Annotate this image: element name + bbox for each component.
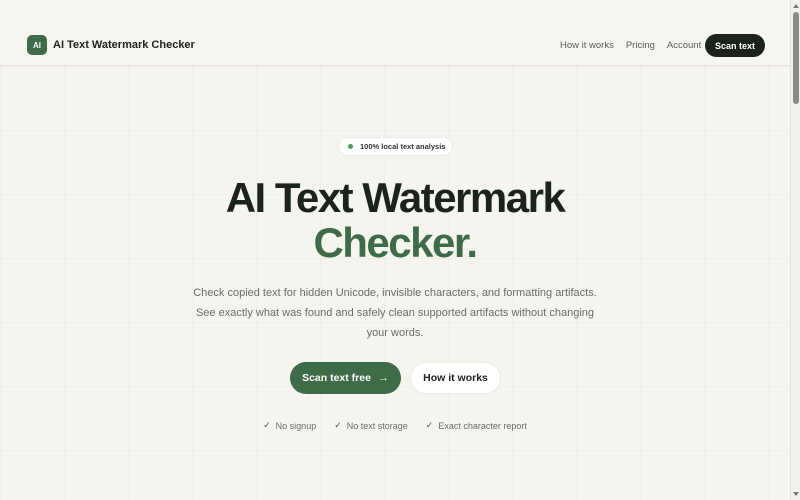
- how-it-works-button[interactable]: How it works: [410, 362, 501, 394]
- site-header: AI AI Text Watermark Checker How it work…: [0, 0, 790, 66]
- page-scrollbar[interactable]: [790, 0, 800, 500]
- feature-label: No text storage: [346, 420, 408, 431]
- scrollbar-thumb[interactable]: [793, 12, 799, 104]
- main-nav: How it works Pricing Account: [560, 40, 701, 51]
- description-line: See exactly what was found and safely cl…: [195, 307, 595, 319]
- scan-text-free-button[interactable]: Scan text free →: [290, 362, 401, 394]
- feature-label: No signup: [275, 420, 317, 431]
- feature-label: Exact character report: [438, 420, 527, 431]
- local-analysis-badge: 100% local text analysis: [338, 137, 453, 156]
- scroll-up-icon[interactable]: [793, 4, 799, 8]
- hero-description: Check copied text for hidden Unicode, in…: [180, 283, 610, 343]
- arrow-right-icon: →: [377, 372, 389, 384]
- brand-name: AI Text Watermark Checker: [53, 39, 195, 51]
- badge-label: 100% local text analysis: [360, 142, 446, 151]
- description-line: your words.: [366, 327, 424, 339]
- check-icon: ✓: [425, 420, 434, 430]
- nav-link-pricing[interactable]: Pricing: [626, 40, 655, 51]
- scan-text-free-label: Scan text free: [302, 372, 371, 384]
- hero-title-line1: AI Text Watermark: [225, 174, 566, 221]
- scroll-down-icon[interactable]: [793, 492, 799, 496]
- nav-link-how-it-works[interactable]: How it works: [560, 40, 614, 51]
- feature-item: ✓ No text storage: [334, 420, 408, 431]
- brand-logo: AI: [27, 35, 47, 55]
- feature-item: ✓ Exact character report: [426, 420, 527, 431]
- feature-item: ✓ No signup: [263, 420, 316, 431]
- hero-title-line2: Checker.: [313, 219, 478, 266]
- check-icon: ✓: [334, 420, 342, 430]
- check-icon: ✓: [263, 420, 271, 430]
- status-dot-icon: [348, 144, 353, 149]
- brand[interactable]: AI AI Text Watermark Checker: [27, 35, 195, 55]
- nav-link-account[interactable]: Account: [667, 40, 701, 51]
- scan-text-button[interactable]: Scan text: [705, 34, 765, 57]
- description-line: Check copied text for hidden Unicode, in…: [193, 287, 597, 299]
- feature-list: ✓ No signup ✓ No text storage ✓ Exact ch…: [0, 420, 790, 431]
